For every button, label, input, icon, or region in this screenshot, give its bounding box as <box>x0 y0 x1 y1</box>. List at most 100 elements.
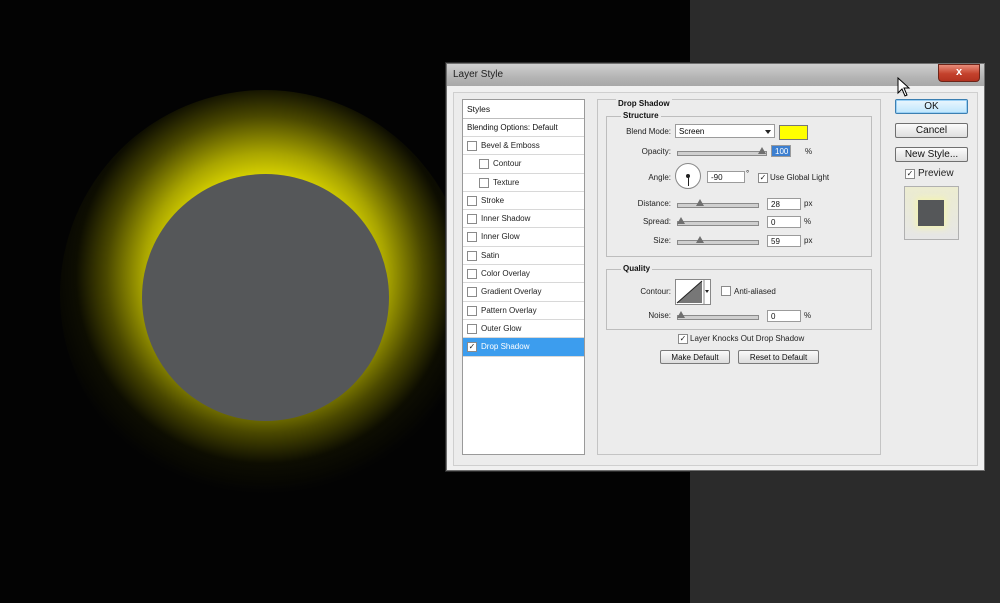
spread-slider-thumb[interactable] <box>677 217 685 224</box>
style-item-drop-shadow[interactable]: ✓ Drop Shadow <box>463 338 584 357</box>
style-item-contour[interactable]: Contour <box>463 155 584 174</box>
styles-header[interactable]: Styles <box>463 100 584 119</box>
styles-list: Styles Blending Options: Default Bevel &… <box>462 99 585 455</box>
blend-mode-value: Screen <box>679 127 705 136</box>
style-item-checkbox[interactable] <box>467 250 477 261</box>
opacity-slider[interactable] <box>677 147 767 156</box>
contour-curve-icon <box>676 280 709 304</box>
opacity-input[interactable]: 100 <box>771 145 791 157</box>
make-default-button[interactable]: Make Default <box>660 350 730 364</box>
use-global-light-checkbox[interactable]: ✓ <box>758 173 768 183</box>
size-unit: px <box>804 236 813 245</box>
size-slider[interactable] <box>677 236 759 245</box>
size-label: Size: <box>653 236 671 245</box>
style-item-label: Gradient Overlay <box>481 287 542 297</box>
style-item-label: Texture <box>493 177 520 187</box>
structure-group: Structure Blend Mode: Screen Opacity: 10… <box>606 111 872 257</box>
chevron-down-icon <box>765 130 771 134</box>
noise-slider-thumb[interactable] <box>677 311 685 318</box>
style-item-checkbox[interactable] <box>467 323 477 334</box>
spread-slider[interactable] <box>677 217 759 226</box>
style-item-inner-shadow[interactable]: Inner Shadow <box>463 210 584 229</box>
contour-picker[interactable] <box>675 279 711 305</box>
style-item-checkbox[interactable] <box>467 232 477 243</box>
preview-label: Preview <box>918 168 954 179</box>
drop-shadow-panel: Drop Shadow Structure Blend Mode: Screen… <box>597 99 881 455</box>
style-item-color-overlay[interactable]: Color Overlay <box>463 265 584 284</box>
size-input[interactable]: 59 <box>767 235 801 247</box>
style-item-label: Bevel & Emboss <box>481 141 540 150</box>
style-item-label: Inner Shadow <box>481 214 531 224</box>
style-item-checkbox[interactable] <box>467 214 477 225</box>
close-button[interactable]: x <box>938 64 980 82</box>
cancel-button[interactable]: Cancel <box>895 123 968 138</box>
opacity-unit: % <box>805 147 813 156</box>
blend-mode-label: Blend Mode: <box>626 127 671 136</box>
dialog-title: Layer Style <box>453 69 504 80</box>
style-item-label: Outer Glow <box>481 323 522 333</box>
contour-label: Contour: <box>640 287 671 296</box>
layer-style-dialog: Layer Style x Styles Blending Options: D… <box>446 63 985 471</box>
distance-unit: px <box>804 199 813 208</box>
drop-shadow-title: Drop Shadow <box>616 99 672 108</box>
style-item-checkbox[interactable] <box>467 305 477 316</box>
use-global-light-label: Use Global Light <box>770 173 830 182</box>
blend-mode-select[interactable]: Screen <box>675 124 775 138</box>
style-item-pattern-overlay[interactable]: Pattern Overlay <box>463 302 584 320</box>
style-item-label: Stroke <box>481 195 505 205</box>
style-item-stroke[interactable]: Stroke <box>463 192 584 211</box>
anti-aliased-label: Anti-aliased <box>734 287 776 296</box>
angle-dial-needle <box>688 176 689 186</box>
style-item-label: Contour <box>493 159 522 169</box>
angle-unit: ° <box>746 169 750 178</box>
size-slider-thumb[interactable] <box>696 236 704 243</box>
opacity-slider-thumb[interactable] <box>758 147 766 154</box>
ok-button[interactable]: OK <box>895 99 968 114</box>
mouse-pointer-icon <box>897 76 911 97</box>
style-item-checkbox[interactable] <box>467 287 477 298</box>
distance-input[interactable]: 28 <box>767 198 801 210</box>
style-item-inner-glow[interactable]: Inner Glow <box>463 228 584 247</box>
style-item-checkbox[interactable] <box>467 141 477 151</box>
style-item-checkbox[interactable] <box>467 269 477 280</box>
preview-checkbox[interactable]: ✓ <box>905 169 915 179</box>
blending-options-item[interactable]: Blending Options: Default <box>463 119 584 137</box>
structure-title: Structure <box>621 111 661 120</box>
noise-label: Noise: <box>648 311 671 320</box>
anti-aliased-checkbox[interactable] <box>721 286 731 296</box>
style-item-label: Drop Shadow <box>481 342 530 352</box>
quality-group: Quality Contour: Anti-aliased Noise: 0 % <box>606 264 872 330</box>
spread-input[interactable]: 0 <box>767 216 801 228</box>
style-item-checkbox[interactable]: ✓ <box>467 342 477 353</box>
knocks-out-checkbox[interactable]: ✓ <box>678 334 688 344</box>
style-item-checkbox[interactable] <box>467 195 477 206</box>
new-style-button[interactable]: New Style... <box>895 147 968 162</box>
style-item-texture[interactable]: Texture <box>463 174 584 192</box>
noise-input[interactable]: 0 <box>767 310 801 322</box>
angle-input[interactable]: -90 <box>707 171 745 183</box>
style-item-gradient-overlay[interactable]: Gradient Overlay <box>463 283 584 302</box>
style-item-satin[interactable]: Satin <box>463 247 584 266</box>
reset-to-default-button[interactable]: Reset to Default <box>738 350 819 364</box>
style-item-label: Pattern Overlay <box>481 305 537 315</box>
angle-label: Angle: <box>648 173 671 182</box>
knocks-out-label: Layer Knocks Out Drop Shadow <box>690 334 805 343</box>
style-item-checkbox[interactable] <box>479 159 489 170</box>
style-preview-thumbnail <box>904 186 959 240</box>
angle-dial[interactable] <box>675 163 701 189</box>
distance-slider[interactable] <box>677 199 759 208</box>
opacity-label: Opacity: <box>641 147 671 156</box>
distance-label: Distance: <box>637 199 671 208</box>
style-item-label: Satin <box>481 250 500 260</box>
style-item-label: Color Overlay <box>481 269 530 279</box>
shadow-color-swatch[interactable] <box>779 125 808 140</box>
style-item-bevel-emboss[interactable]: Bevel & Emboss <box>463 137 584 156</box>
style-item-label: Inner Glow <box>481 232 520 242</box>
style-item-checkbox[interactable] <box>479 177 489 188</box>
noise-slider[interactable] <box>677 311 759 320</box>
spread-label: Spread: <box>642 217 671 226</box>
preview-square <box>918 200 944 226</box>
style-item-outer-glow[interactable]: Outer Glow <box>463 320 584 339</box>
gray-circle <box>142 174 389 421</box>
distance-slider-thumb[interactable] <box>696 199 704 206</box>
